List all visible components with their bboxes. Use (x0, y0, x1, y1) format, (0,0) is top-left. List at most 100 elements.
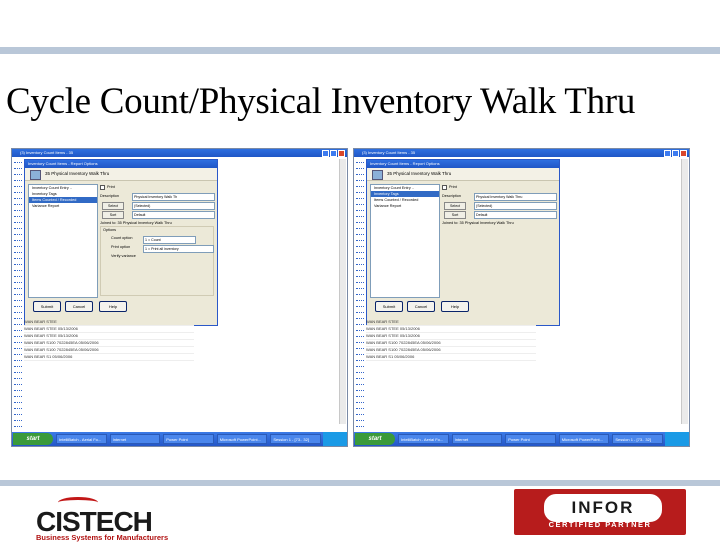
print-checkbox-row: Print (100, 184, 115, 191)
window-title: (3) Inventory Count Items - 35 (20, 150, 74, 155)
screenshot-right: (3) Inventory Count Items - 35 Inventory… (353, 148, 690, 447)
cancel-button[interactable]: Cancel (407, 301, 435, 312)
vertical-scrollbar[interactable] (339, 159, 346, 424)
joined-label: Joined to: 35 Physical Inventory Walk Th… (442, 221, 514, 225)
print-checkbox[interactable] (442, 184, 447, 190)
dialog-header: 35 Physical Inventory Walk Thru (367, 168, 559, 181)
infor-logo: INFOR CERTIFIED PARTNER (514, 489, 686, 535)
close-icon[interactable] (680, 150, 687, 157)
sort-dropdown[interactable]: Default (474, 211, 557, 219)
taskbar-item[interactable]: Internet (109, 434, 161, 444)
dialog-title: Inventory Count Items - Report Options (367, 160, 559, 168)
sort-dropdown[interactable]: Default (132, 211, 215, 219)
taskbar-item[interactable]: IntelliBatch - Aerial Fo... (398, 434, 449, 444)
table-row[interactable]: WAN BEAR STEE (366, 319, 536, 326)
select-dropdown[interactable]: (Selected) (474, 202, 557, 210)
taskbar-item[interactable]: Power Point (163, 434, 214, 444)
desc-label: Description (442, 194, 461, 198)
dialog-header-text: 35 Physical Inventory Walk Thru (387, 171, 452, 176)
infor-badge: INFOR (544, 494, 662, 522)
start-button[interactable]: start (13, 433, 53, 445)
table-row[interactable]: WAN BEAR S1 05/06/2006 (366, 354, 536, 361)
system-tray[interactable] (665, 432, 689, 446)
taskbar: start IntelliBatch - Aerial Fo... Intern… (12, 432, 347, 446)
taskbar-item[interactable]: Microsoft PowerPoint... (216, 434, 268, 444)
table-row[interactable]: WAN BEAR S100 7022845EA 05/06/2006 (24, 347, 194, 354)
table-row[interactable]: WAN BEAR S1 05/06/2006 (24, 354, 194, 361)
table-row[interactable]: WAN BEAR STEE 05/13/2006 (24, 333, 194, 340)
table-row[interactable]: WAN BEAR S100 7022845EA 05/06/2006 (366, 340, 536, 347)
taskbar-item[interactable]: Microsoft PowerPoint... (558, 434, 610, 444)
report-tree: Inventory Count Entry .. Inventory Tags … (28, 184, 98, 298)
report-icon (30, 170, 41, 180)
report-icon (372, 170, 383, 180)
maximize-icon[interactable] (330, 150, 337, 157)
options-group: Options Count option 1 = Count Print opt… (100, 226, 214, 296)
taskbar-items: IntelliBatch - Aerial Fo... Internet Pow… (56, 434, 321, 444)
taskbar: start IntelliBatch - Aerial Fo... Intern… (354, 432, 689, 446)
submit-button[interactable]: Submit (33, 301, 61, 312)
start-button[interactable]: start (355, 433, 395, 445)
report-options-dialog: Inventory Count Items - Report Options 3… (366, 159, 560, 326)
report-tree: Inventory Count Entry .. Inventory Tags … (370, 184, 440, 298)
report-options-dialog: Inventory Count Items - Report Options 3… (24, 159, 218, 326)
select-button[interactable]: Select (444, 202, 466, 210)
options-form: Print Description Physical Inventory Wal… (442, 184, 557, 296)
taskbar-item[interactable]: Session 1 - [73.. 32] (612, 434, 663, 444)
dialog-title: Inventory Count Items - Report Options (25, 160, 217, 168)
infor-certified-text: CERTIFIED PARTNER (548, 520, 652, 529)
window-title: (3) Inventory Count Items - 35 (362, 150, 416, 155)
print-label: Print option (111, 245, 131, 249)
count-dropdown[interactable]: 1 = Count (143, 236, 196, 244)
cistech-logo: CISTECH Business Systems for Manufacture… (36, 497, 206, 542)
verify-label: Verify variance (111, 254, 136, 258)
dialog-header-text: 35 Physical Inventory Walk Thru (45, 171, 110, 176)
table-row[interactable]: WAN BEAR S100 7022845EA 05/06/2006 (366, 347, 536, 354)
options-form: Print Description Physical Inventory Wal… (100, 184, 215, 296)
dialog-header: 35 Physical Inventory Walk Thru (25, 168, 217, 181)
row-marker-column (356, 159, 364, 445)
minimize-icon[interactable] (322, 150, 329, 157)
print-checkbox[interactable] (100, 184, 105, 190)
table-row[interactable]: WAN BEAR STEE (24, 319, 194, 326)
table-row[interactable]: WAN BEAR STEE 05/13/2006 (366, 333, 536, 340)
taskbar-item[interactable]: Session 1 - [73.. 32] (270, 434, 321, 444)
help-button[interactable]: Help (441, 301, 469, 312)
print-checkbox-row: Print (442, 184, 457, 191)
close-icon[interactable] (338, 150, 345, 157)
minimize-icon[interactable] (664, 150, 671, 157)
submit-button[interactable]: Submit (375, 301, 403, 312)
description-input[interactable]: Physical Inventory Walk Th (132, 193, 215, 201)
vertical-scrollbar[interactable] (681, 159, 688, 424)
select-button[interactable]: Select (102, 202, 124, 210)
tree-item[interactable]: Variance Report (29, 203, 97, 209)
top-accent-bar (0, 47, 720, 54)
bottom-accent-bar (0, 480, 720, 486)
table-row[interactable]: WAN BEAR STEE 05/13/2006 (24, 326, 194, 333)
desc-label: Description (100, 194, 119, 198)
table-row[interactable]: WAN BEAR STEE 05/13/2006 (366, 326, 536, 333)
select-dropdown[interactable]: (Selected) (132, 202, 215, 210)
item-grid: WAN BEAR STEE WAN BEAR STEE 05/13/2006 W… (24, 319, 194, 361)
description-input[interactable]: Physical Inventory Walk Thru (474, 193, 557, 201)
taskbar-item[interactable]: IntelliBatch - Aerial Fo... (56, 434, 107, 444)
row-marker-column (14, 159, 22, 445)
print-dropdown[interactable]: 1 = Print all inventory (143, 245, 214, 253)
cancel-button[interactable]: Cancel (65, 301, 93, 312)
window-title-bar: (3) Inventory Count Items - 35 (354, 149, 689, 157)
taskbar-item[interactable]: Internet (451, 434, 503, 444)
options-label: Options (103, 228, 117, 232)
item-grid: WAN BEAR STEE WAN BEAR STEE 05/13/2006 W… (366, 319, 536, 361)
system-tray[interactable] (323, 432, 347, 446)
taskbar-items: IntelliBatch - Aerial Fo... Internet Pow… (398, 434, 663, 444)
tree-item[interactable]: Variance Report (371, 203, 439, 209)
slide-title: Cycle Count/Physical Inventory Walk Thru (6, 81, 636, 122)
sort-button[interactable]: Sort (444, 211, 466, 219)
table-row[interactable]: WAN BEAR S100 7022845EA 05/06/2006 (24, 340, 194, 347)
taskbar-item[interactable]: Power Point (505, 434, 556, 444)
maximize-icon[interactable] (672, 150, 679, 157)
cistech-tagline: Business Systems for Manufacturers (36, 533, 169, 542)
sort-button[interactable]: Sort (102, 211, 124, 219)
help-button[interactable]: Help (99, 301, 127, 312)
screenshot-left: (3) Inventory Count Items - 35 Inventory… (11, 148, 348, 447)
